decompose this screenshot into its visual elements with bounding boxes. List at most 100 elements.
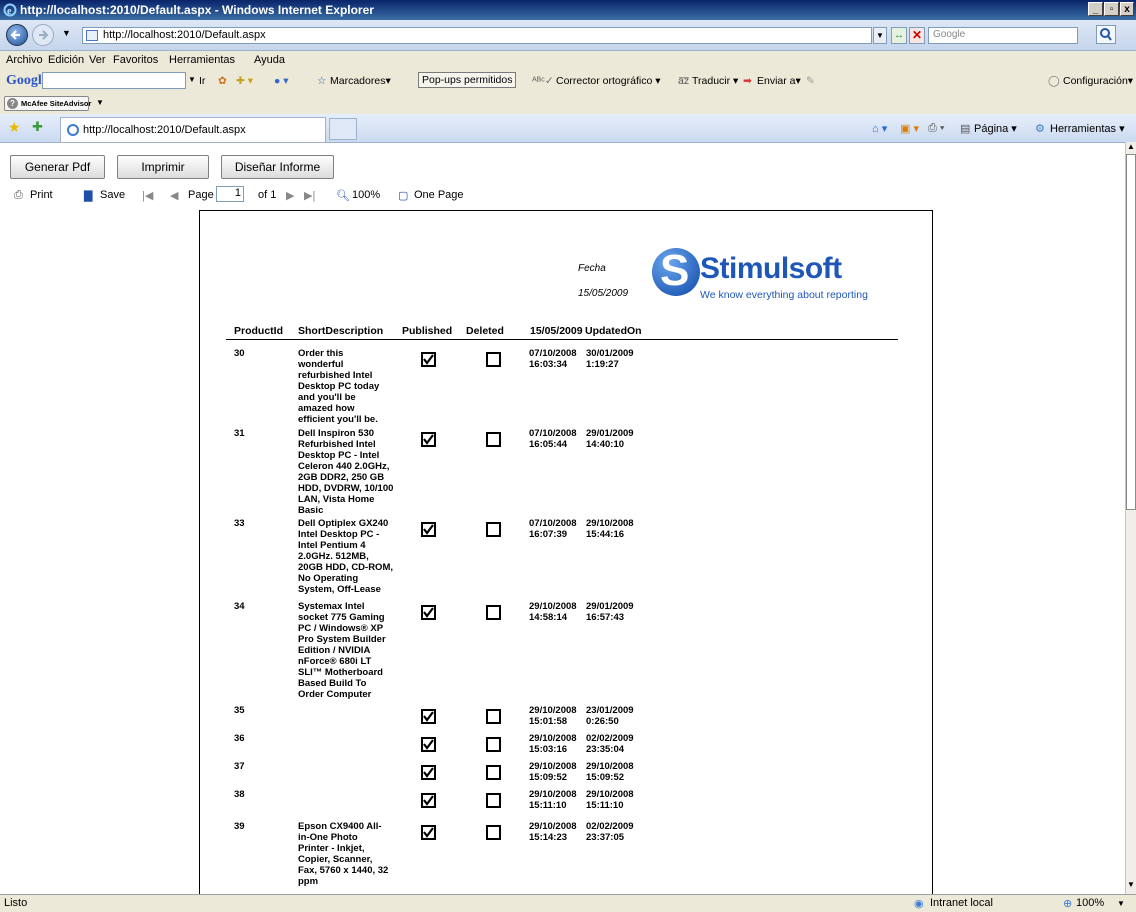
row-deleted-checkbox bbox=[486, 605, 501, 620]
page-menu[interactable]: Página ▾ bbox=[974, 122, 1017, 135]
row-updated-date: 29/01/2009 16:57:43 bbox=[586, 601, 634, 623]
row-product-id: 34 bbox=[234, 601, 245, 612]
row-updated-date: 29/01/2009 14:40:10 bbox=[586, 428, 634, 450]
mcafee-dropdown-icon[interactable]: ▼ bbox=[96, 98, 104, 107]
menu-ver[interactable]: Ver bbox=[89, 54, 106, 66]
row-deleted-checkbox bbox=[486, 825, 501, 840]
row-product-id: 38 bbox=[234, 789, 245, 800]
date-label: Fecha bbox=[578, 263, 606, 274]
address-dropdown-button[interactable]: ▼ bbox=[873, 27, 887, 44]
status-text: Listo bbox=[4, 897, 28, 909]
zoom-dropdown-icon[interactable]: ▼ bbox=[1117, 899, 1125, 908]
zoom-icon: ⊕ bbox=[1063, 898, 1073, 910]
row-published-checkbox bbox=[421, 709, 436, 724]
menu-ayuda[interactable]: Ayuda bbox=[254, 54, 285, 66]
one-page-icon[interactable]: ▢ bbox=[398, 189, 408, 202]
page-number-input[interactable]: 1 bbox=[216, 186, 244, 202]
page-label: Page bbox=[188, 189, 214, 201]
row-published-checkbox bbox=[421, 605, 436, 620]
row-updated-date: 29/10/2008 15:11:10 bbox=[586, 789, 634, 811]
minimize-button[interactable]: _ bbox=[1088, 2, 1103, 16]
row-created-date: 29/10/2008 15:03:16 bbox=[529, 733, 577, 755]
home-icon[interactable]: ⌂ ▾ bbox=[872, 122, 887, 135]
last-page-icon[interactable]: ▶| bbox=[304, 189, 315, 202]
scroll-down-icon[interactable]: ▼ bbox=[1127, 880, 1135, 889]
google-dropdown-icon[interactable]: ▼ bbox=[188, 75, 196, 84]
viewer-print-icon[interactable]: ⎙ bbox=[14, 189, 23, 202]
forward-button[interactable] bbox=[32, 24, 54, 46]
close-button[interactable]: x bbox=[1120, 2, 1134, 16]
checkmark-icon bbox=[423, 434, 434, 445]
status-zoom[interactable]: 100% bbox=[1076, 897, 1104, 909]
row-created-date: 29/10/2008 14:58:14 bbox=[529, 601, 577, 623]
row-created-date: 29/10/2008 15:09:52 bbox=[529, 761, 577, 783]
google-search-input[interactable] bbox=[42, 72, 186, 89]
menu-favoritos[interactable]: Favoritos bbox=[113, 54, 158, 66]
back-button[interactable] bbox=[6, 24, 28, 46]
history-dropdown-icon[interactable]: ▼ bbox=[62, 28, 71, 38]
stimulsoft-wordmark: Stimulsoft bbox=[700, 252, 842, 285]
generate-pdf-button[interactable]: Generar Pdf bbox=[10, 155, 105, 179]
menu-edicion[interactable]: Edición bbox=[48, 54, 84, 66]
toolbar-options-icon[interactable]: ✿ bbox=[218, 75, 227, 87]
print-icon[interactable]: ⎙ ▾ bbox=[928, 122, 944, 135]
bookmarks-menu[interactable]: Marcadores▾ bbox=[330, 75, 391, 87]
viewer-save-button[interactable]: Save bbox=[100, 189, 125, 201]
highlighter-icon[interactable]: ✎ bbox=[806, 75, 815, 87]
search-input[interactable]: Google bbox=[928, 27, 1078, 44]
stop-icon[interactable]: ✕ bbox=[909, 27, 925, 44]
status-bar: Listo ◉ Intranet local ⊕ 100% ▼ bbox=[0, 894, 1136, 912]
row-published-checkbox bbox=[421, 825, 436, 840]
google-toolbar: Google ▼ Ir ✿ ✚ ▾ ● ▾ ☆ Marcadores▾ Pop-… bbox=[0, 69, 1136, 94]
translate-menu[interactable]: Traducir ▾ bbox=[692, 75, 738, 87]
send-to-menu[interactable]: Enviar a▾ bbox=[757, 75, 801, 87]
menu-herramientas[interactable]: Herramientas bbox=[169, 54, 235, 66]
translate-icon: a͞z bbox=[678, 75, 690, 87]
print-report-button[interactable]: Imprimir bbox=[117, 155, 209, 179]
spellcheck-menu[interactable]: Corrector ortográfico ▾ bbox=[556, 75, 660, 87]
row-created-date: 07/10/2008 16:05:44 bbox=[529, 428, 577, 450]
google-go-button[interactable]: Ir bbox=[199, 75, 205, 87]
settings-menu[interactable]: Configuración▾ bbox=[1063, 75, 1133, 87]
next-page-icon[interactable]: ▶ bbox=[286, 189, 294, 202]
row-product-id: 36 bbox=[234, 733, 245, 744]
search-icon bbox=[1100, 28, 1112, 41]
feeds-icon[interactable]: ▣ ▾ bbox=[900, 122, 919, 135]
scrollbar-thumb[interactable] bbox=[1126, 154, 1136, 510]
save-icon[interactable]: ▇ bbox=[84, 189, 92, 202]
row-product-id: 37 bbox=[234, 761, 245, 772]
address-input[interactable]: http://localhost:2010/Default.aspx bbox=[82, 27, 872, 44]
refresh-icon[interactable]: ↔ bbox=[891, 27, 907, 44]
menu-archivo[interactable]: Archivo bbox=[6, 54, 43, 66]
tab-default-aspx[interactable]: http://localhost:2010/Default.aspx bbox=[60, 117, 326, 142]
pagerank-icon[interactable]: ✚ ▾ bbox=[236, 75, 253, 87]
maximize-button[interactable]: ▫ bbox=[1104, 2, 1119, 16]
favorites-star-icon[interactable]: ★ bbox=[8, 119, 21, 136]
popups-allowed-button[interactable]: Pop-ups permitidos bbox=[418, 72, 517, 88]
row-updated-date: 02/02/2009 23:37:05 bbox=[586, 821, 634, 843]
mcafee-siteadvisor-button[interactable]: ? McAfee SiteAdvisor bbox=[4, 96, 91, 111]
add-favorites-icon[interactable]: ✚ bbox=[32, 119, 43, 135]
design-report-button[interactable]: Diseñar Informe bbox=[221, 155, 334, 179]
tools-menu[interactable]: Herramientas ▾ bbox=[1050, 122, 1125, 135]
viewer-print-button[interactable]: Print bbox=[30, 189, 53, 201]
first-page-icon[interactable]: |◀ bbox=[142, 189, 153, 202]
row-published-checkbox bbox=[421, 432, 436, 447]
vertical-scrollbar[interactable]: ▲ ▼ bbox=[1125, 142, 1136, 894]
scroll-up-icon[interactable]: ▲ bbox=[1127, 142, 1135, 151]
col-header-published: Published bbox=[402, 325, 453, 337]
row-updated-date: 29/10/2008 15:09:52 bbox=[586, 761, 634, 783]
col-header-updatedon: UpdatedOn bbox=[585, 325, 642, 337]
new-tab-button[interactable] bbox=[329, 118, 357, 140]
search-button[interactable] bbox=[1096, 25, 1116, 44]
zoom-level[interactable]: 100% bbox=[352, 189, 380, 201]
row-description: Epson CX9400 All- in-One Photo Printer -… bbox=[298, 821, 389, 887]
col-header-deleted: Deleted bbox=[466, 325, 504, 337]
search-placeholder: Google bbox=[933, 29, 966, 40]
spellcheck-icon: ᴬᴮᶜ✓ bbox=[532, 75, 554, 87]
prev-page-icon[interactable]: ◀ bbox=[170, 189, 178, 202]
zoom-icon[interactable]: 🔍︎ bbox=[336, 189, 350, 202]
sidewiki-icon[interactable]: ● ▾ bbox=[274, 75, 289, 87]
stimulsoft-tagline: We know everything about reporting bbox=[700, 289, 868, 301]
one-page-button[interactable]: One Page bbox=[414, 189, 464, 201]
